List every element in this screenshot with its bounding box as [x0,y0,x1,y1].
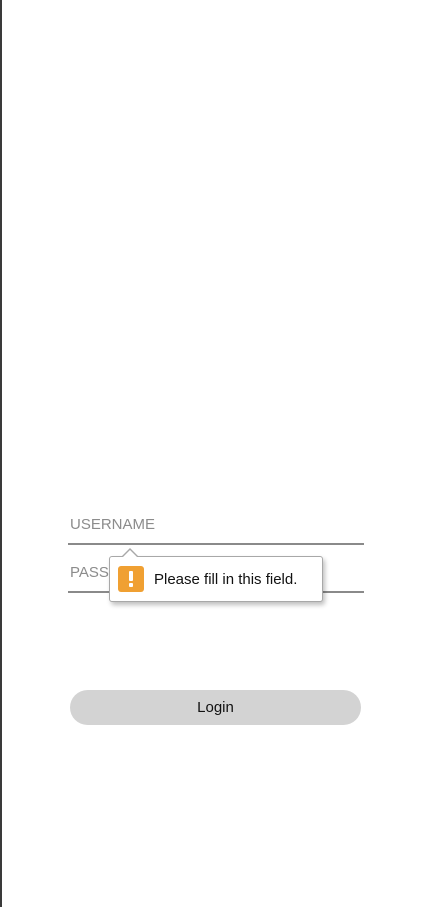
login-button[interactable]: Login [70,690,361,725]
tooltip-message: Please fill in this field. [154,570,298,588]
window-left-border [0,0,2,907]
username-input[interactable] [68,505,364,545]
validation-tooltip: Please fill in this field. [109,548,323,602]
warning-icon [118,566,144,592]
